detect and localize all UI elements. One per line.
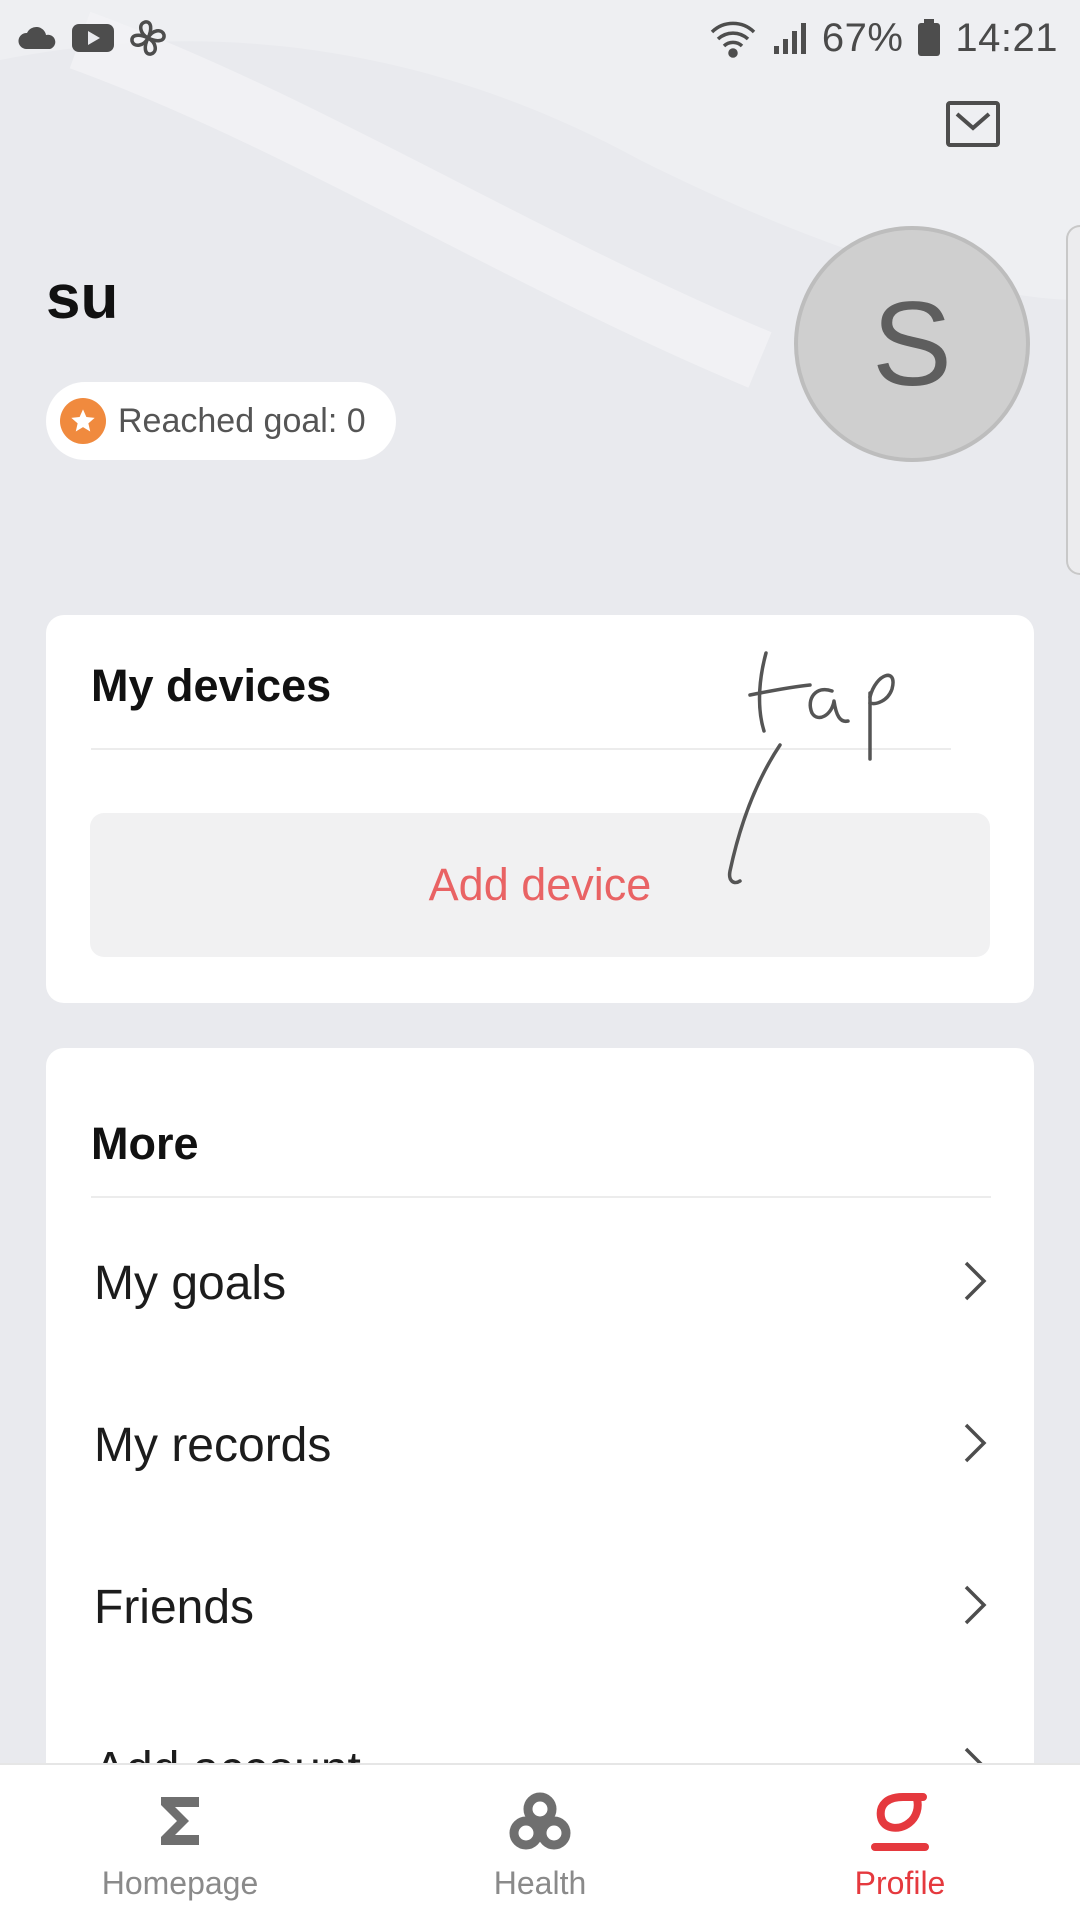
- reached-goal-badge[interactable]: Reached goal: 0: [46, 382, 396, 460]
- list-item-label: My goals: [94, 1256, 287, 1310]
- bottom-navigation: Homepage Health Profile: [0, 1763, 1080, 1920]
- reached-goal-label: Reached goal: 0: [118, 401, 366, 440]
- more-card: More My goals My records Friends Add acc…: [46, 1048, 1034, 1868]
- nav-homepage[interactable]: Homepage: [0, 1765, 360, 1920]
- avatar[interactable]: S: [794, 226, 1030, 462]
- divider: [91, 748, 951, 750]
- status-left-icons: [18, 18, 168, 58]
- clock: 14:21: [955, 15, 1058, 60]
- status-right-icons: 67% 14:21: [708, 16, 1058, 61]
- battery-icon: [917, 19, 941, 57]
- divider: [91, 1196, 991, 1198]
- chevron-right-icon: [962, 1583, 988, 1632]
- health-icon: [508, 1783, 572, 1859]
- more-title: More: [91, 1118, 199, 1169]
- status-bar: 67% 14:21: [0, 0, 1080, 76]
- nav-health[interactable]: Health: [360, 1765, 720, 1920]
- youtube-icon: [72, 22, 114, 54]
- my-devices-card: My devices Add device: [46, 615, 1034, 1003]
- list-item-my-goals[interactable]: My goals: [46, 1223, 1034, 1343]
- star-icon: [60, 398, 106, 444]
- nav-label: Homepage: [101, 1865, 259, 1901]
- mail-icon: [945, 100, 1001, 153]
- list-item-label: My records: [94, 1418, 332, 1472]
- wifi-icon: [708, 18, 758, 58]
- list-item-friends[interactable]: Friends: [46, 1547, 1034, 1667]
- signal-icon: [772, 20, 808, 56]
- my-devices-title: My devices: [91, 660, 332, 711]
- add-device-button[interactable]: Add device: [90, 813, 990, 957]
- nav-label: Health: [493, 1865, 587, 1901]
- chevron-right-icon: [962, 1259, 988, 1308]
- sigma-icon: [157, 1783, 203, 1859]
- pinwheel-icon: [128, 18, 168, 58]
- chevron-right-icon: [962, 1421, 988, 1470]
- nav-label: Profile: [854, 1865, 946, 1901]
- profile-icon: [869, 1783, 931, 1859]
- side-drawer-handle[interactable]: [1066, 225, 1080, 575]
- list-item-label: Friends: [94, 1580, 255, 1634]
- cloud-icon: [18, 25, 58, 51]
- nav-profile[interactable]: Profile: [720, 1765, 1080, 1920]
- user-name: su: [46, 263, 119, 332]
- mail-button[interactable]: [944, 100, 1002, 152]
- list-item-my-records[interactable]: My records: [46, 1385, 1034, 1505]
- battery-percent: 67%: [821, 15, 904, 60]
